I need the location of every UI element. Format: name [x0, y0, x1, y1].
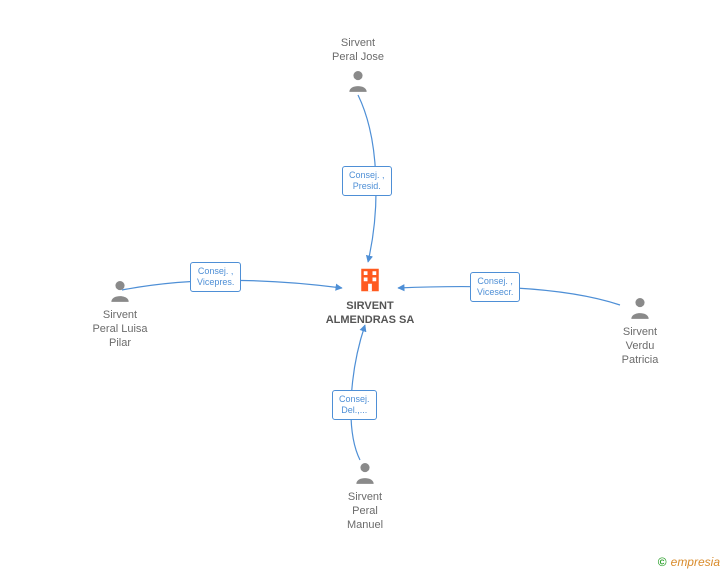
copyright-symbol: © [658, 555, 667, 569]
person-node-right[interactable]: Sirvent Verdu Patricia [600, 295, 680, 367]
person-label-top: Sirvent Peral Jose [323, 36, 393, 64]
role-label-top: Consej. , Presid. [342, 166, 392, 196]
person-icon [345, 68, 371, 94]
person-node-bottom[interactable]: Sirvent Peral Manuel [330, 460, 400, 532]
org-diagram: SIRVENT ALMENDRAS SA Sirvent Peral Jose … [0, 0, 728, 575]
brand-name: empresia [671, 555, 720, 569]
person-icon [107, 278, 133, 304]
role-label-right: Consej. , Vicesecr. [470, 272, 520, 302]
role-label-bottom: Consej. Del.,... [332, 390, 377, 420]
company-node[interactable]: SIRVENT ALMENDRAS SA [325, 265, 415, 327]
person-label-right: Sirvent Verdu Patricia [600, 325, 680, 367]
person-icon [627, 295, 653, 321]
company-label: SIRVENT ALMENDRAS SA [325, 299, 415, 327]
building-icon [355, 265, 385, 295]
person-icon [352, 460, 378, 486]
person-node-left[interactable]: Sirvent Peral Luisa Pilar [80, 278, 160, 350]
watermark: © empresia [658, 555, 720, 569]
person-label-bottom: Sirvent Peral Manuel [330, 490, 400, 532]
person-node-top[interactable]: Sirvent Peral Jose [323, 32, 393, 94]
role-label-left: Consej. , Vicepres. [190, 262, 241, 292]
person-label-left: Sirvent Peral Luisa Pilar [80, 308, 160, 350]
